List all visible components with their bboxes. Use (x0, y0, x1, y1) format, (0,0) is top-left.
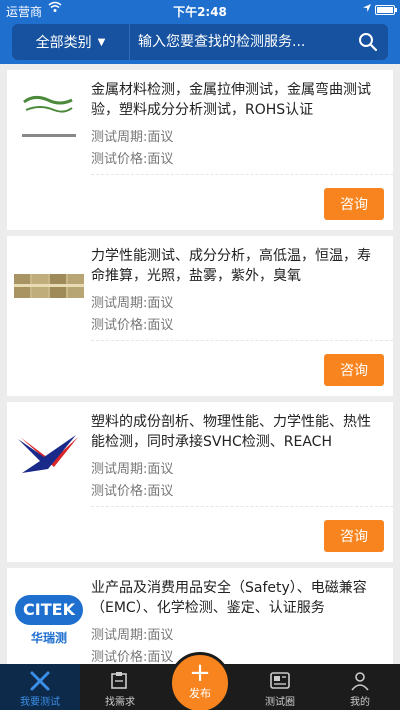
divider (91, 340, 393, 341)
search-icon[interactable] (358, 32, 378, 52)
company-logo (14, 90, 84, 150)
plus-icon: + (189, 658, 211, 688)
battery-icon (375, 5, 397, 15)
service-title: 金属材料检测，金属拉伸测试，金属弯曲测试验，塑料成分分析测试，ROHS认证 (91, 82, 371, 118)
test-price: 测试价格:面议 (91, 152, 174, 167)
service-card[interactable]: 金属材料检测，金属拉伸测试，金属弯曲测试验，塑料成分分析测试，ROHS认证 测试… (7, 70, 393, 230)
news-icon (240, 670, 320, 692)
test-period: 测试周期:面议 (91, 296, 174, 311)
search-input[interactable] (138, 24, 338, 60)
person-icon (320, 670, 400, 692)
test-price: 测试价格:面议 (91, 484, 174, 499)
bottom-tab-bar: 我要测试 找需求 + 发布 测试圈 我的 (0, 652, 400, 710)
service-card[interactable]: 塑料的成份剖析、物理性能、力学性能、热性能检测，同时承接SVHC检测、REACH… (7, 402, 393, 562)
category-label: 全部类别 (35, 35, 92, 51)
service-title: 业产品及消费用品安全（Safety）、电磁兼容（EMC）、化学检测、鉴定、认证服… (91, 580, 367, 616)
tab-mine[interactable]: 我的 (320, 664, 400, 710)
logo-wordmark: CITEK (15, 595, 83, 625)
service-list: 金属材料检测，金属拉伸测试，金属弯曲测试验，塑料成分分析测试，ROHS认证 测试… (0, 64, 400, 664)
logo-subtext: 华瑞测 (30, 631, 67, 645)
company-logo: CITEK 华瑞测 (14, 588, 84, 648)
header-bar: 全部类别 ▼ (0, 20, 400, 64)
test-period: 测试周期:面议 (91, 130, 174, 145)
company-logo (14, 422, 84, 482)
clock: 下午2:48 (173, 5, 227, 19)
tab-find-needs[interactable]: 找需求 (80, 664, 160, 710)
company-logo (14, 256, 84, 316)
status-bar: 运营商 下午2:48 (0, 0, 400, 20)
service-card[interactable]: CITEK 华瑞测 业产品及消费用品安全（Safety）、电磁兼容（EMC）、化… (7, 568, 393, 664)
tab-label: 我的 (350, 697, 370, 708)
divider (91, 506, 393, 507)
service-title: 力学性能测试、成分分析，高低温，恒温，寿命推算，光照，盐雾，紫外，臭氧 (91, 248, 371, 284)
test-price: 测试价格:面议 (91, 650, 174, 664)
location-icon (362, 3, 372, 16)
divider (91, 174, 393, 175)
test-period: 测试周期:面议 (91, 628, 174, 643)
test-price: 测试价格:面议 (91, 318, 174, 333)
tab-my-test[interactable]: 我要测试 (0, 664, 80, 710)
service-title: 塑料的成份剖析、物理性能、力学性能、热性能检测，同时承接SVHC检测、REACH (91, 414, 371, 450)
consult-button[interactable]: 咨询 (324, 188, 384, 220)
tab-test-circle[interactable]: 测试圈 (240, 664, 320, 710)
publish-label: 发布 (189, 687, 211, 700)
consult-button[interactable]: 咨询 (324, 520, 384, 552)
chevron-down-icon: ▼ (97, 36, 106, 48)
tab-label: 我要测试 (20, 697, 60, 708)
search-needs-icon (80, 670, 160, 692)
tab-label: 测试圈 (265, 697, 295, 708)
service-card[interactable]: 力学性能测试、成分分析，高低温，恒温，寿命推算，光照，盐雾，紫外，臭氧 测试周期… (7, 236, 393, 396)
category-dropdown[interactable]: 全部类别 ▼ (12, 24, 130, 60)
consult-button[interactable]: 咨询 (324, 354, 384, 386)
tools-icon (0, 670, 80, 692)
search-container: 全部类别 ▼ (12, 24, 388, 60)
publish-button[interactable]: + 发布 (169, 652, 231, 710)
test-period: 测试周期:面议 (91, 462, 174, 477)
tab-label: 找需求 (105, 697, 135, 708)
